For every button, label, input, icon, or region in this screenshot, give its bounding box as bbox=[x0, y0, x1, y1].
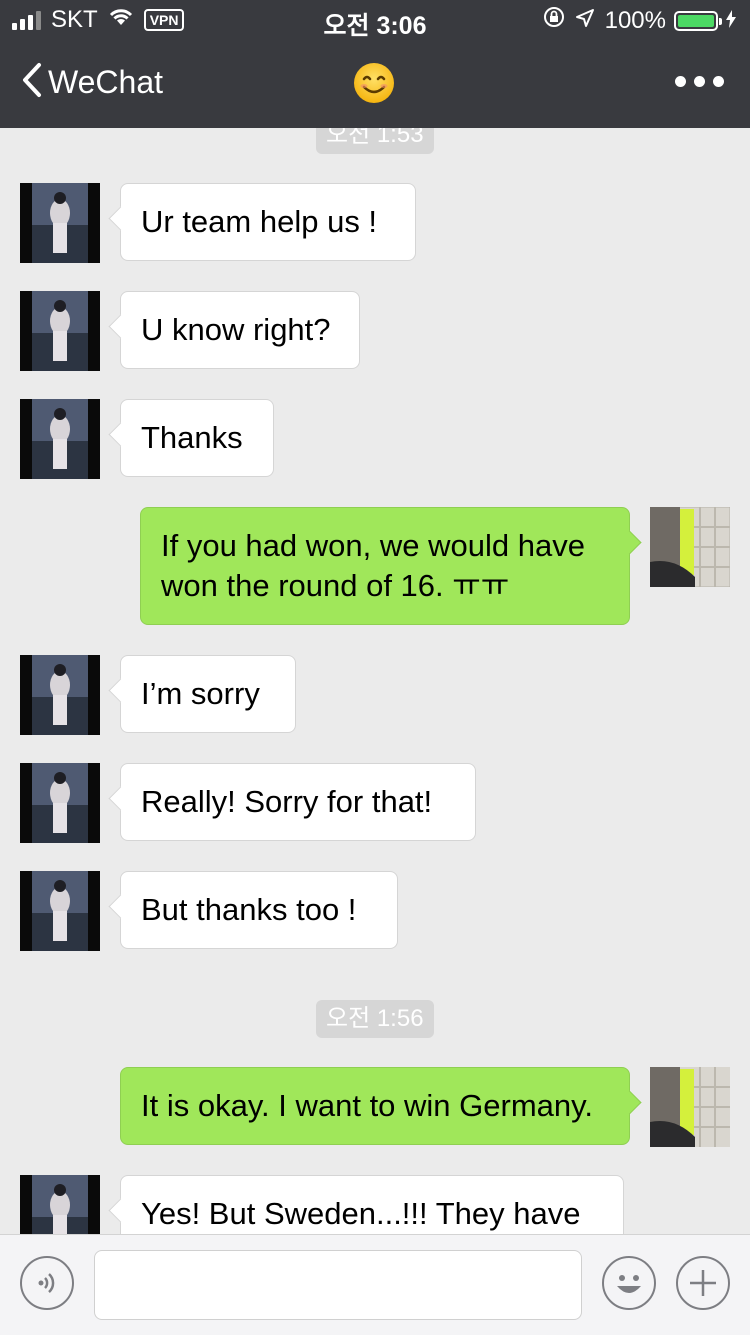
smiling-face-emoji-icon bbox=[353, 62, 395, 109]
back-label: WeChat bbox=[48, 64, 164, 100]
orientation-lock-icon bbox=[543, 6, 565, 35]
status-right: 100% bbox=[543, 6, 736, 35]
my-avatar[interactable] bbox=[650, 507, 730, 587]
contact-avatar[interactable] bbox=[20, 399, 100, 479]
battery-level-fill bbox=[678, 14, 714, 27]
status-bar: SKT VPN 오전 3:06 100% bbox=[0, 0, 750, 40]
chat-message-bubble[interactable]: U know right? bbox=[120, 291, 360, 369]
message-text-input[interactable] bbox=[94, 1250, 582, 1320]
chat-area[interactable]: 오전 1:53 Ur team help us ! U know right? … bbox=[0, 128, 750, 1234]
chat-message-bubble[interactable]: But thanks too ! bbox=[120, 871, 398, 949]
voice-input-icon bbox=[22, 1273, 72, 1312]
battery-icon bbox=[674, 10, 722, 31]
more-dots-icon[interactable] bbox=[675, 76, 724, 87]
my-avatar[interactable] bbox=[650, 1067, 730, 1147]
contact-avatar[interactable] bbox=[20, 871, 100, 951]
contact-avatar[interactable] bbox=[20, 1175, 100, 1234]
input-bar bbox=[0, 1234, 750, 1335]
chat-message-bubble[interactable]: Really! Sorry for that! bbox=[120, 763, 476, 841]
chat-message-bubble[interactable]: It is okay. I want to win Germany. bbox=[120, 1067, 630, 1145]
chat-message-bubble[interactable]: I’m sorry bbox=[120, 655, 296, 733]
voice-input-button[interactable] bbox=[20, 1256, 74, 1310]
timestamp: 오전 1:56 bbox=[316, 1000, 434, 1038]
plus-icon bbox=[678, 1270, 728, 1312]
chat-message-bubble[interactable]: If you had won, we would have won the ro… bbox=[140, 507, 630, 625]
emoji-smiley-icon bbox=[604, 1275, 654, 1312]
chat-message-bubble[interactable]: Thanks bbox=[120, 399, 274, 477]
battery-percent: 100% bbox=[604, 6, 666, 34]
add-button[interactable] bbox=[676, 1256, 730, 1310]
charging-bolt-icon bbox=[726, 7, 736, 35]
chat-message-bubble[interactable]: Yes! But Sweden...!!! They have bbox=[120, 1175, 624, 1234]
nav-bar: WeChat bbox=[0, 40, 750, 128]
emoji-button[interactable] bbox=[602, 1256, 656, 1310]
contact-avatar[interactable] bbox=[20, 763, 100, 843]
contact-avatar[interactable] bbox=[20, 291, 100, 371]
contact-avatar[interactable] bbox=[20, 655, 100, 735]
back-button[interactable]: WeChat bbox=[20, 62, 163, 103]
chat-message-bubble[interactable]: Ur team help us ! bbox=[120, 183, 416, 261]
contact-avatar[interactable] bbox=[20, 183, 100, 263]
location-arrow-icon bbox=[575, 7, 595, 35]
chevron-left-icon bbox=[20, 62, 42, 103]
timestamp: 오전 1:53 bbox=[316, 128, 434, 154]
